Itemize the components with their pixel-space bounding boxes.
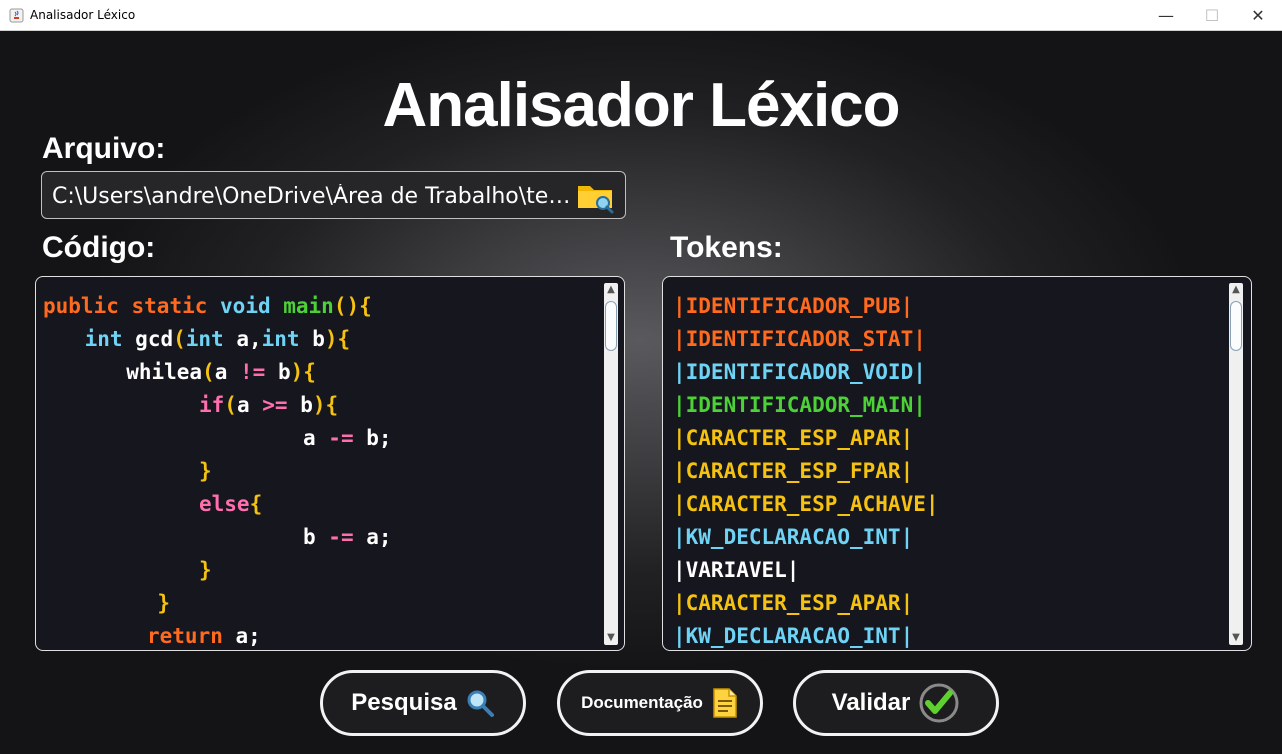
code-line: whilea(a != b){ — [126, 360, 316, 384]
scroll-up-arrow-icon[interactable]: ▲ — [1229, 283, 1243, 297]
code-label: Código: — [42, 231, 156, 264]
code-token: ){ — [324, 327, 351, 351]
token-item: |CARACTER_ESP_APAR| — [673, 426, 914, 450]
code-token: a; — [366, 525, 392, 549]
token-item: |KW_DECLARACAO_INT| — [673, 525, 914, 549]
scroll-down-arrow-icon[interactable]: ▼ — [604, 631, 618, 645]
code-token: a — [303, 426, 329, 450]
scroll-down-arrow-icon[interactable]: ▼ — [1229, 631, 1243, 645]
documentation-button[interactable]: Documentação — [557, 670, 763, 736]
code-line: } — [199, 558, 212, 582]
code-token: != — [240, 360, 278, 384]
code-token: gcd — [135, 327, 174, 351]
code-token: } — [157, 591, 171, 615]
validate-button[interactable]: Validar — [793, 670, 999, 736]
window-titlebar: Analisador Léxico — ☐ ✕ — [0, 0, 1282, 31]
token-item: |CARACTER_ESP_ACHAVE| — [673, 492, 939, 516]
tokens-scroll-thumb[interactable] — [1230, 301, 1242, 351]
token-item: |IDENTIFICADOR_PUB| — [673, 294, 914, 318]
minimize-button[interactable]: — — [1143, 0, 1189, 31]
java-app-icon — [9, 8, 24, 23]
code-token: if — [199, 393, 225, 417]
code-token: >= — [262, 393, 301, 417]
code-token: } — [199, 558, 212, 582]
token-item: |KW_DECLARACAO_INT| — [673, 624, 914, 648]
code-scrollbar[interactable]: ▲ ▼ — [604, 283, 618, 645]
document-icon — [713, 688, 737, 718]
code-token: static — [131, 294, 221, 318]
close-button[interactable]: ✕ — [1235, 0, 1281, 31]
browse-file-button[interactable] — [576, 178, 616, 214]
scroll-up-arrow-icon[interactable]: ▲ — [604, 283, 618, 297]
code-token: a, — [236, 327, 262, 351]
code-token: ){ — [290, 360, 316, 384]
tokens-list[interactable]: ▲ ▼ |IDENTIFICADOR_PUB| |IDENTIFICADOR_ST… — [662, 276, 1252, 651]
code-token: -= — [328, 525, 367, 549]
token-item: |CARACTER_ESP_FPAR| — [673, 459, 914, 483]
code-line: if(a >= b){ — [199, 393, 338, 417]
code-token: public — [43, 294, 132, 318]
code-token: { — [249, 492, 263, 516]
code-token: b — [277, 360, 291, 384]
code-token: main — [283, 294, 334, 318]
code-line: return a; — [147, 624, 261, 648]
code-token: void — [220, 294, 284, 318]
code-token: a — [214, 360, 240, 384]
documentation-button-label: Documentação — [581, 693, 703, 712]
code-line: b -= a; — [303, 525, 392, 549]
token-item: |CARACTER_ESP_APAR| — [673, 591, 914, 615]
code-token: whilea — [126, 360, 203, 384]
code-token: b; — [366, 426, 392, 450]
token-item: |IDENTIFICADOR_STAT| — [673, 327, 926, 351]
tokens-scrollbar[interactable]: ▲ ▼ — [1229, 283, 1243, 645]
token-item: |IDENTIFICADOR_VOID| — [673, 360, 926, 384]
file-path-field[interactable]: C:\Users\andre\OneDrive\Área de Trabalho… — [41, 171, 626, 219]
code-line: } — [199, 459, 212, 483]
code-scroll-thumb[interactable] — [605, 301, 617, 351]
code-token: -= — [328, 426, 367, 450]
code-token: b — [312, 327, 325, 351]
code-token: (){ — [333, 294, 372, 318]
code-line: } — [157, 591, 170, 615]
magnifier-icon — [467, 690, 494, 717]
token-item: |VARIAVEL| — [673, 558, 800, 582]
code-token: b — [300, 393, 313, 417]
code-token: else — [199, 492, 250, 516]
code-line: else{ — [199, 492, 262, 516]
code-token: b — [303, 525, 329, 549]
code-token: ){ — [312, 393, 339, 417]
search-button-label: Pesquisa — [351, 689, 457, 716]
code-token: int — [261, 327, 313, 351]
code-token: return — [147, 624, 236, 648]
code-token: ( — [224, 393, 237, 417]
code-token: a — [236, 393, 263, 417]
folder-search-icon — [578, 186, 614, 214]
validate-button-label: Validar — [831, 689, 911, 716]
window-title: Analisador Léxico — [30, 8, 136, 22]
check-circle-icon — [919, 683, 959, 723]
page-title: Analisador Léxico — [382, 71, 900, 140]
code-line: public static void main(){ — [43, 294, 372, 318]
code-token: int — [185, 327, 237, 351]
file-path-text: C:\Users\andre\OneDrive\Área de Trabalho… — [52, 184, 572, 209]
code-token: } — [199, 459, 212, 483]
maximize-button[interactable]: ☐ — [1189, 0, 1235, 31]
code-line: int gcd(int a,int b){ — [85, 327, 351, 351]
code-editor[interactable]: ▲ ▼ public static void main(){int gcd(in… — [35, 276, 625, 651]
search-button[interactable]: Pesquisa — [320, 670, 526, 736]
code-line: a -= b; — [303, 426, 392, 450]
file-label: Arquivo: — [42, 132, 166, 165]
token-item: |IDENTIFICADOR_MAIN| — [673, 393, 926, 417]
code-token: int — [84, 327, 136, 351]
code-token: ( — [173, 327, 186, 351]
code-token: ( — [202, 360, 215, 384]
code-token: a; — [235, 624, 261, 648]
tokens-label: Tokens: — [670, 231, 783, 264]
